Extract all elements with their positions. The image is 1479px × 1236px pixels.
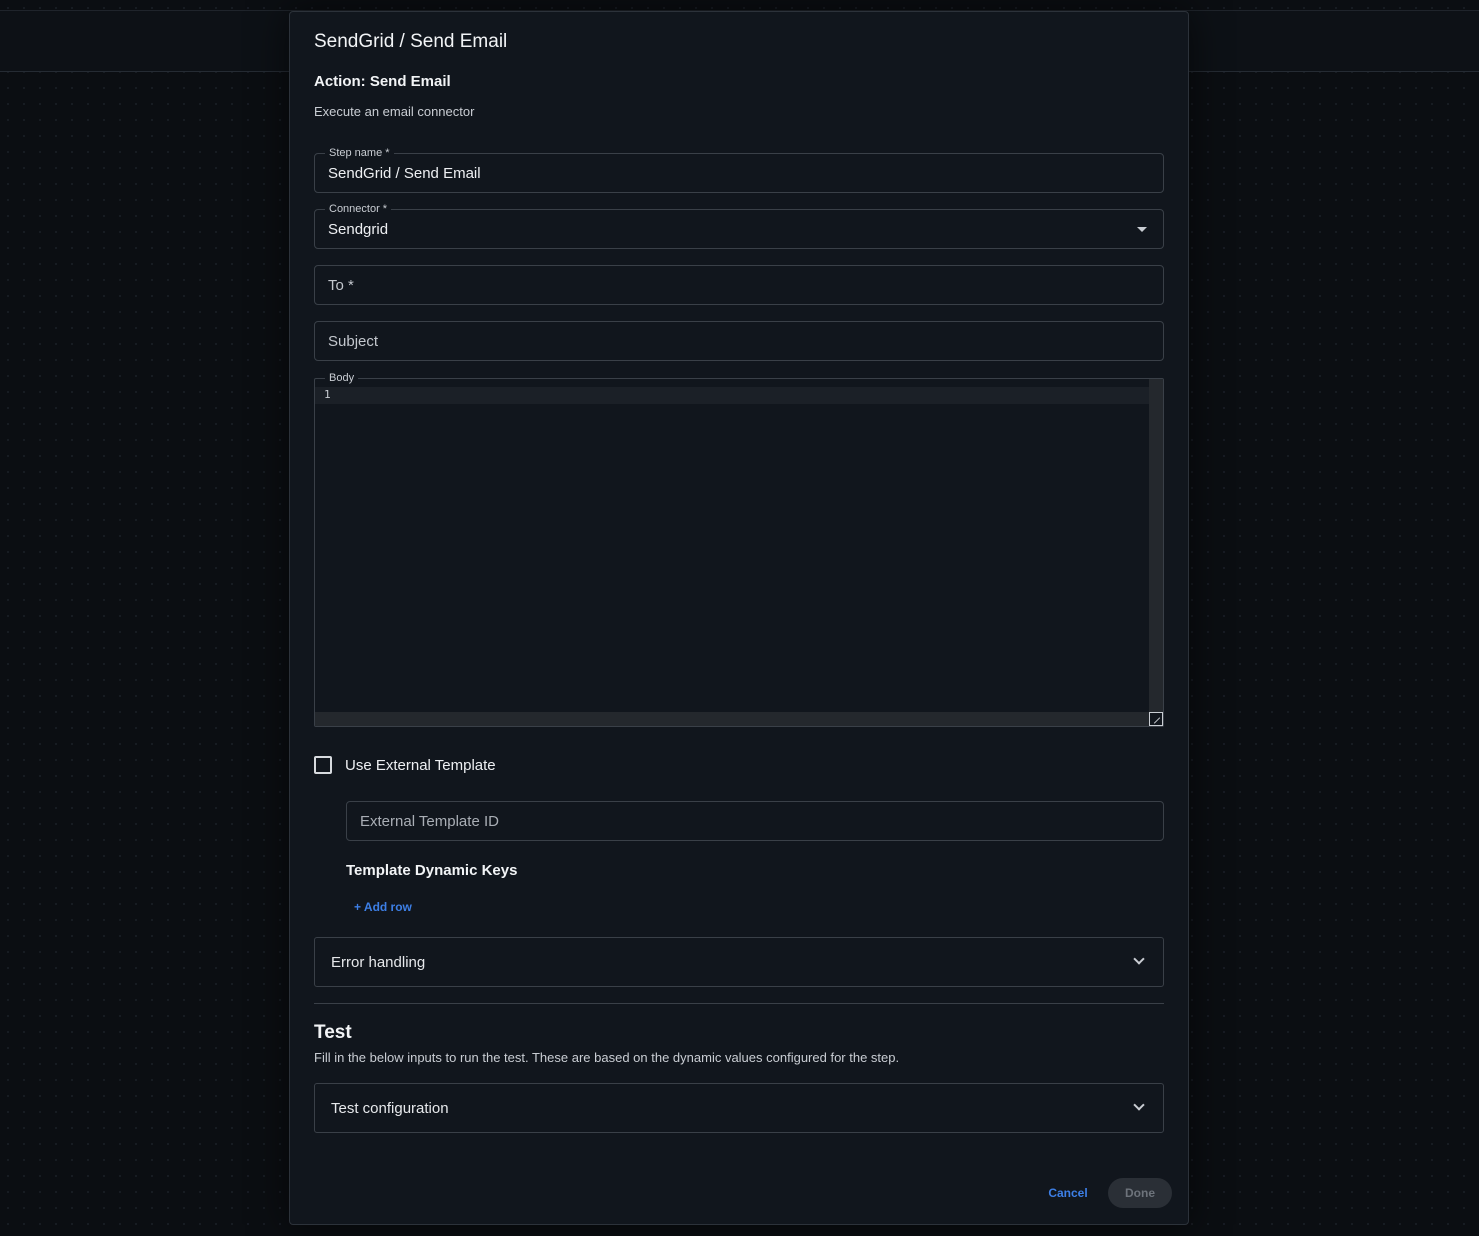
use-external-template-checkbox[interactable] xyxy=(314,756,332,774)
test-section-description: Fill in the below inputs to run the test… xyxy=(314,1050,900,1065)
cancel-button[interactable]: Cancel xyxy=(1038,1178,1098,1208)
body-label: Body xyxy=(325,371,359,385)
chevron-down-icon[interactable] xyxy=(1133,953,1145,965)
line-number: 1 xyxy=(324,388,331,401)
add-row-button[interactable]: + Add row xyxy=(354,900,412,914)
use-external-template-label[interactable]: Use External Template xyxy=(345,757,496,774)
to-placeholder: To * xyxy=(328,277,354,294)
step-name-field[interactable]: Step name * SendGrid / Send Email xyxy=(314,146,1164,193)
modal-title: SendGrid / Send Email xyxy=(314,31,508,52)
step-config-modal: SendGrid / Send Email Action: Send Email… xyxy=(289,11,1189,1225)
test-section-title: Test xyxy=(314,1022,352,1043)
error-handling-label[interactable]: Error handling xyxy=(331,954,425,971)
external-template-id-field[interactable]: External Template ID xyxy=(346,801,1164,841)
body-code-editor[interactable]: Body 1 xyxy=(314,371,1164,727)
done-button[interactable]: Done xyxy=(1108,1178,1172,1208)
connector-select[interactable]: Connector * Sendgrid xyxy=(314,202,1164,249)
caret-down-icon[interactable] xyxy=(1137,227,1147,232)
subject-field[interactable]: Subject xyxy=(314,321,1164,361)
step-name-label: Step name * xyxy=(325,146,394,160)
chevron-down-icon[interactable] xyxy=(1133,1099,1145,1111)
action-title: Action: Send Email xyxy=(314,73,451,90)
to-field[interactable]: To * xyxy=(314,265,1164,305)
external-template-id-placeholder: External Template ID xyxy=(360,813,499,830)
action-description: Execute an email connector xyxy=(314,104,475,119)
test-configuration-accordion[interactable]: Test configuration xyxy=(314,1083,1164,1133)
step-name-value[interactable]: SendGrid / Send Email xyxy=(328,165,481,182)
section-divider xyxy=(314,1003,1164,1004)
resize-handle-icon[interactable] xyxy=(1149,712,1163,726)
vertical-scrollbar[interactable] xyxy=(1149,379,1163,713)
template-dynamic-keys-title: Template Dynamic Keys xyxy=(346,862,518,879)
test-configuration-label[interactable]: Test configuration xyxy=(331,1100,449,1117)
use-external-template-row[interactable]: Use External Template xyxy=(314,754,496,776)
error-handling-accordion[interactable]: Error handling xyxy=(314,937,1164,987)
active-line-highlight xyxy=(315,387,1149,404)
horizontal-scrollbar[interactable] xyxy=(315,712,1149,726)
subject-placeholder: Subject xyxy=(328,333,379,350)
connector-value[interactable]: Sendgrid xyxy=(328,221,388,238)
connector-label: Connector * xyxy=(325,202,392,216)
